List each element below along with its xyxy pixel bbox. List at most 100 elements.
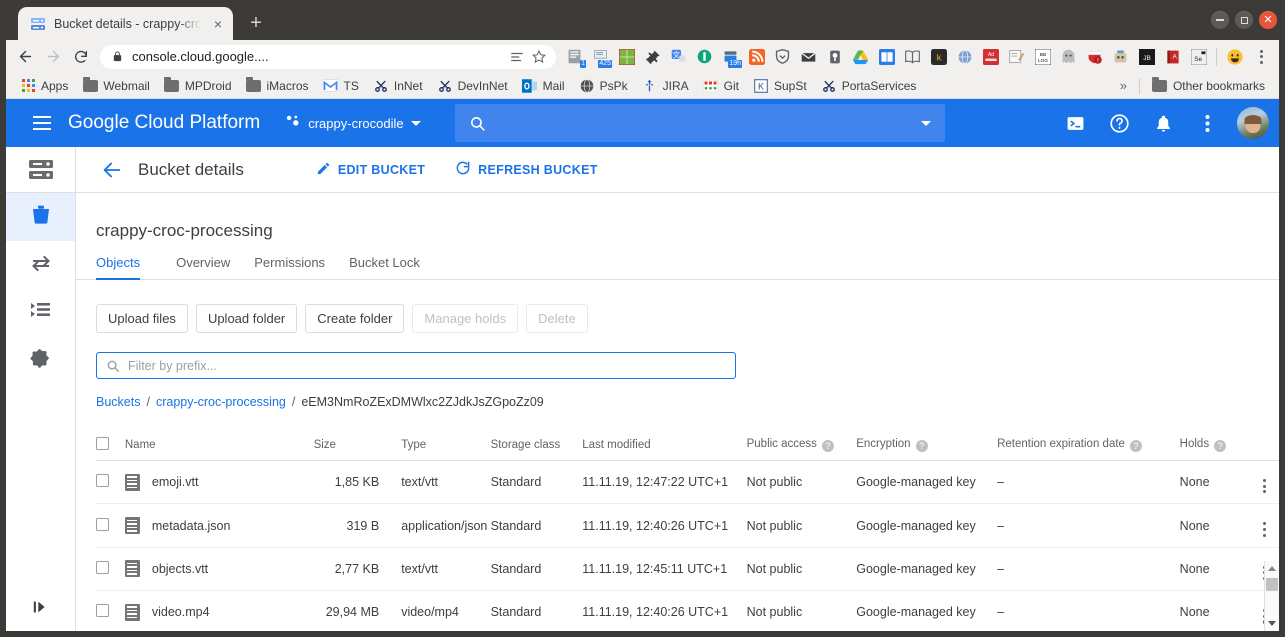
notifications-bell-icon[interactable] — [1143, 103, 1183, 143]
notes-extension-icon[interactable] — [1004, 44, 1029, 69]
help-icon[interactable]: ? — [915, 440, 928, 452]
print-preview-extension-icon[interactable]: 425 — [588, 44, 613, 69]
pushpin-extension-icon[interactable] — [640, 44, 665, 69]
ghost-extension-icon[interactable] — [1056, 44, 1081, 69]
column-last-modified[interactable]: Last modified — [582, 431, 747, 461]
row-menu-button[interactable] — [1249, 460, 1279, 505]
upload-folder-button[interactable]: Upload folder — [195, 304, 298, 333]
file-name[interactable]: video.mp4 — [152, 605, 210, 619]
column-public-access[interactable]: Public access? — [746, 431, 857, 461]
scroll-up-button[interactable] — [1265, 561, 1279, 576]
book-extension-icon[interactable] — [900, 44, 925, 69]
row-checkbox[interactable] — [96, 474, 109, 488]
file-name[interactable]: metadata.json — [152, 519, 231, 533]
bookmark-innet[interactable]: InNet — [367, 76, 429, 96]
sidebar-item-settings[interactable] — [6, 337, 75, 385]
table-row[interactable]: metadata.json 319 B application/json Sta… — [96, 503, 1279, 548]
other-bookmarks-button[interactable]: Other bookmarks — [1146, 76, 1271, 96]
column-storage-class[interactable]: Storage class — [490, 431, 583, 461]
bookmark-webmail[interactable]: Webmail — [76, 76, 155, 96]
upload-files-button[interactable]: Upload files — [96, 304, 188, 333]
project-picker[interactable]: crappy-crocodile — [286, 114, 421, 132]
bookmark-pspk[interactable]: PsPk — [573, 76, 634, 96]
bookmark-supst[interactable]: K SupSt — [747, 76, 813, 96]
help-icon[interactable]: ? — [1129, 440, 1142, 452]
adblock-extension-icon[interactable]: Ad — [978, 44, 1003, 69]
selenium-extension-icon[interactable]: Se — [1186, 44, 1211, 69]
bookmark-apps[interactable]: Apps — [14, 76, 74, 96]
reload-button[interactable] — [68, 44, 94, 70]
tab-close-icon[interactable]: × — [209, 15, 227, 33]
prefix-filter-input[interactable] — [128, 358, 726, 373]
bookmark-imacros[interactable]: iMacros — [240, 76, 315, 96]
bblog-extension-icon[interactable]: BB LOG — [1030, 44, 1055, 69]
back-button[interactable] — [12, 44, 38, 70]
translate-extension-icon[interactable]: 文 — [666, 44, 691, 69]
sidebar-item-browser[interactable] — [6, 193, 75, 241]
globe-extension-icon[interactable] — [952, 44, 977, 69]
breadcrumb-buckets[interactable]: Buckets — [96, 395, 140, 409]
bookmark-star-icon[interactable] — [532, 49, 546, 64]
sidebar-item-transfer-jobs[interactable] — [6, 289, 75, 337]
hamburger-menu-icon[interactable] — [22, 103, 62, 143]
tab-objects[interactable]: Objects — [96, 255, 152, 280]
green-grid-extension-icon[interactable] — [614, 44, 639, 69]
shield-extension-icon[interactable] — [770, 44, 795, 69]
chrome-menu-button[interactable] — [1249, 49, 1273, 64]
column-holds[interactable]: Holds? — [1179, 431, 1250, 461]
cloud-shell-icon[interactable] — [1055, 103, 1095, 143]
bookmark-devinnet[interactable]: DevInNet — [431, 76, 514, 96]
table-row[interactable]: objects.vtt 2,77 KB text/vtt Standard 11… — [96, 547, 1279, 592]
column-name[interactable]: Name — [124, 431, 314, 461]
bookmark-mpdroid[interactable]: MPDroid — [158, 76, 238, 96]
column-encryption[interactable]: Encryption? — [856, 431, 998, 461]
window-maximize-button[interactable] — [1235, 11, 1253, 29]
prefix-filter[interactable] — [96, 352, 736, 379]
address-bar[interactable]: console.cloud.google.... — [100, 44, 556, 69]
breadcrumb-bucket[interactable]: crappy-croc-processing — [156, 395, 286, 409]
robot-extension-icon[interactable] — [1108, 44, 1133, 69]
bookmark-jira[interactable]: JIRA — [636, 76, 695, 96]
help-icon[interactable]: ? — [821, 440, 834, 452]
tab-permissions[interactable]: Permissions — [242, 255, 337, 279]
window-close-button[interactable]: ✕ — [1259, 11, 1277, 29]
mail-envelope-extension-icon[interactable] — [796, 44, 821, 69]
emoji-extension-icon[interactable] — [1222, 44, 1247, 69]
reader-extension-icon[interactable]: 1 — [562, 44, 587, 69]
select-all-checkbox[interactable] — [96, 437, 109, 450]
refresh-bucket-button[interactable]: REFRESH BUCKET — [455, 160, 597, 179]
red-book-extension-icon[interactable]: A — [1160, 44, 1185, 69]
scroll-down-button[interactable] — [1265, 616, 1279, 631]
google-drive-extension-icon[interactable] — [848, 44, 873, 69]
expand-panel-icon[interactable] — [6, 583, 75, 631]
file-name[interactable]: emoji.vtt — [152, 475, 199, 489]
browser-tab[interactable]: Bucket details - crappy-croco × — [18, 7, 233, 40]
new-tab-button[interactable]: + — [241, 8, 271, 38]
lightbulb-extension-icon[interactable] — [822, 44, 847, 69]
row-checkbox[interactable] — [96, 604, 109, 618]
row-checkbox[interactable] — [96, 560, 109, 574]
search-dropdown-caret-icon[interactable] — [920, 120, 931, 126]
row-menu-button[interactable] — [1249, 503, 1279, 548]
bookmark-mail[interactable]: Mail — [516, 76, 571, 96]
user-avatar[interactable] — [1237, 107, 1269, 139]
vertical-scrollbar[interactable] — [1264, 561, 1279, 631]
gcp-search-input[interactable] — [497, 115, 921, 131]
help-icon[interactable]: ? — [1214, 440, 1227, 452]
time-tracker-extension-icon[interactable]: 19h — [718, 44, 743, 69]
file-name[interactable]: objects.vtt — [152, 562, 208, 576]
row-checkbox[interactable] — [96, 517, 109, 531]
table-row[interactable]: video.mp4 29,94 MB video/mp4 Standard 11… — [96, 590, 1279, 631]
create-folder-button[interactable]: Create folder — [305, 304, 405, 333]
gcp-logo[interactable]: Google Cloud Platform — [68, 112, 260, 134]
edit-bucket-button[interactable]: EDIT BUCKET — [316, 161, 425, 179]
bookmark-git[interactable]: Git — [697, 76, 745, 96]
window-minimize-button[interactable] — [1211, 11, 1229, 29]
kodi-extension-icon[interactable]: k — [926, 44, 951, 69]
reading-list-icon[interactable] — [510, 50, 524, 64]
pocket-extension-icon[interactable] — [692, 44, 717, 69]
tab-bucket-lock[interactable]: Bucket Lock — [337, 255, 432, 279]
rss-feed-extension-icon[interactable] — [744, 44, 769, 69]
scrollbar-thumb[interactable] — [1266, 578, 1278, 591]
bookmark-ts[interactable]: TS — [317, 76, 365, 96]
